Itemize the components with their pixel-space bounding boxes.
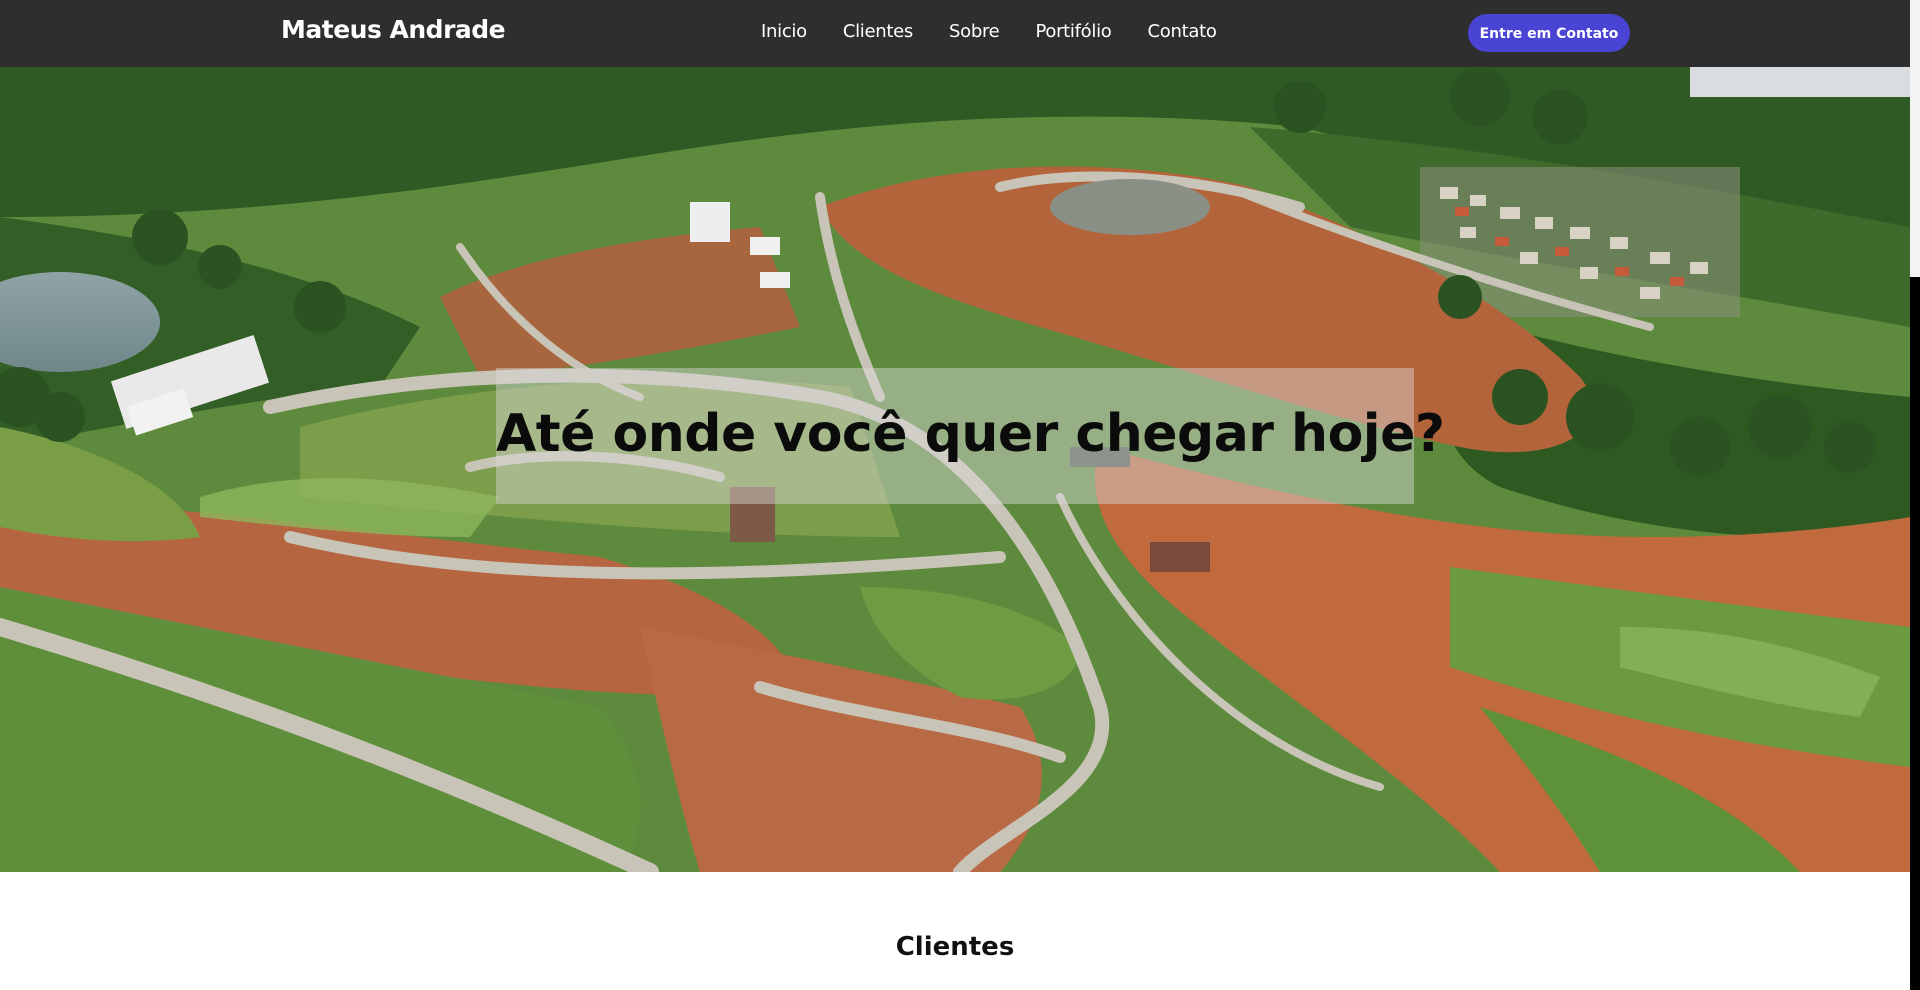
clients-section: Clientes [0,872,1910,990]
nav-link-contato[interactable]: Contato [1148,21,1217,42]
nav-link-sobre[interactable]: Sobre [949,21,1000,42]
hero-title: Até onde você quer chegar hoje? [496,404,1445,464]
clients-section-title: Clientes [895,932,1015,962]
page: Mateus Andrade Inicio Clientes Sobre Por… [0,0,1910,990]
nav-link-inicio[interactable]: Inicio [761,21,807,42]
contact-cta-button[interactable]: Entre em Contato [1468,14,1630,52]
navbar: Mateus Andrade Inicio Clientes Sobre Por… [0,0,1910,67]
nav-link-portifolio[interactable]: Portifólio [1035,21,1111,42]
nav-link-clientes[interactable]: Clientes [843,21,913,42]
hero-title-box: Até onde você quer chegar hoje? [496,368,1445,504]
nav-links: Inicio Clientes Sobre Portifólio Contato [761,21,1253,42]
hero-section: Até onde você quer chegar hoje? [0,67,1910,872]
window-edge-top [1910,0,1920,277]
window-edge [1910,0,1920,990]
brand-logo[interactable]: Mateus Andrade [281,15,506,44]
